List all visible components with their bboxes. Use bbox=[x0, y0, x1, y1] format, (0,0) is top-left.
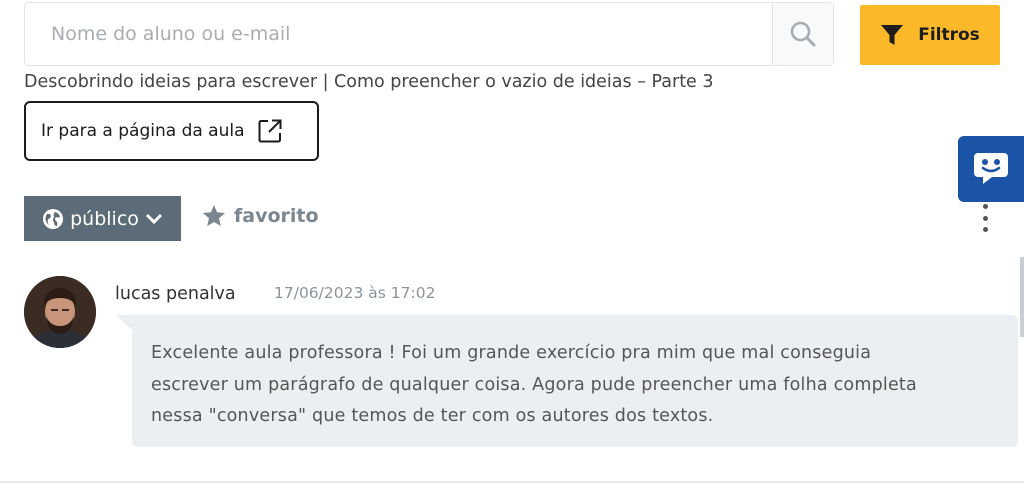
scrollbar[interactable] bbox=[1020, 257, 1024, 337]
filters-button[interactable]: Filtros bbox=[860, 5, 1000, 65]
comment-author[interactable]: lucas penalva bbox=[115, 284, 236, 304]
comment-timestamp: 17/06/2023 às 17:02 bbox=[274, 284, 436, 302]
favorite-label: favorito bbox=[234, 204, 319, 227]
star-icon bbox=[203, 205, 225, 226]
lesson-title: Descobrindo ideias para escrever | Como … bbox=[24, 72, 714, 92]
divider bbox=[0, 481, 1024, 483]
external-link-icon bbox=[258, 119, 282, 143]
comment-text-line: nessa "conversa" que temos de ter com os… bbox=[151, 406, 714, 426]
chat-widget-button[interactable] bbox=[958, 136, 1024, 202]
comment-bubble: Excelente aula professora ! Foi um grand… bbox=[132, 315, 1018, 447]
comment-bubble-tail bbox=[116, 315, 133, 331]
avatar bbox=[24, 276, 96, 348]
lesson-page-link-button[interactable]: Ir para a página da aula bbox=[24, 101, 319, 161]
filter-icon bbox=[881, 25, 904, 45]
search-button[interactable] bbox=[772, 3, 833, 65]
visibility-label: público bbox=[70, 207, 139, 230]
kebab-menu-icon bbox=[982, 204, 988, 209]
filters-label: Filtros bbox=[918, 25, 980, 45]
comment-text-line: Excelente aula professora ! Foi um grand… bbox=[151, 343, 872, 363]
globe-icon bbox=[43, 208, 64, 229]
search-input[interactable] bbox=[25, 3, 775, 65]
user-avatar-image bbox=[24, 276, 96, 348]
search-box bbox=[24, 2, 834, 66]
search-icon bbox=[790, 21, 816, 47]
more-options-button[interactable] bbox=[976, 204, 994, 232]
visibility-dropdown[interactable]: público bbox=[24, 196, 181, 241]
lesson-page-link-label: Ir para a página da aula bbox=[41, 121, 245, 141]
favorite-button[interactable]: favorito bbox=[202, 204, 319, 227]
chevron-down-icon bbox=[145, 213, 162, 224]
chat-smile-icon bbox=[974, 153, 1008, 184]
comment-text-line: escrever um parágrafo de qualquer coisa.… bbox=[151, 374, 917, 395]
